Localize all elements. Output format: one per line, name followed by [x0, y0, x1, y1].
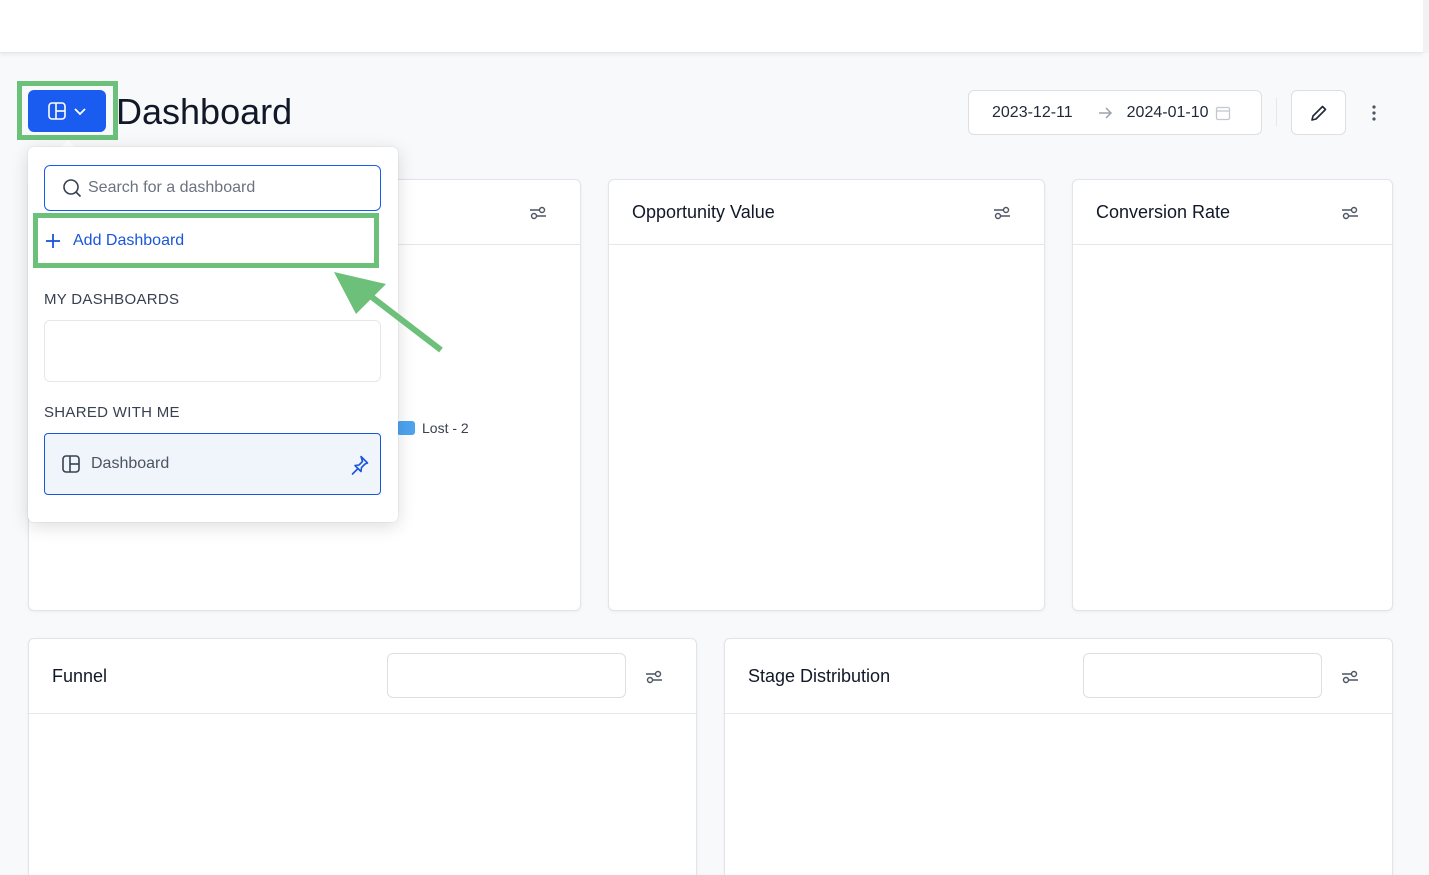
card-header: Conversion Rate	[1073, 180, 1392, 245]
funnel-select[interactable]	[387, 653, 626, 698]
edit-button[interactable]	[1291, 90, 1346, 135]
add-dashboard-button[interactable]: Add Dashboard	[44, 226, 184, 256]
chevron-down-icon	[73, 104, 87, 118]
legend-item-lost: Lost - 2	[397, 420, 469, 436]
legend-label: Lost - 2	[422, 420, 469, 436]
date-range-picker[interactable]: 2023-12-11 2024-01-10	[968, 90, 1262, 135]
search-icon	[62, 178, 82, 198]
pencil-icon	[1309, 103, 1329, 123]
top-bar	[0, 0, 1423, 53]
more-vertical-icon	[1371, 104, 1377, 122]
card-header: Opportunity Value	[609, 180, 1044, 245]
annotation-arrow	[334, 272, 443, 353]
shared-dashboard-item[interactable]: Dashboard	[44, 433, 381, 495]
header-divider	[1276, 98, 1277, 126]
filter-settings-icon[interactable]	[993, 204, 1011, 222]
card-title: Opportunity Value	[632, 201, 775, 222]
date-start[interactable]: 2023-12-11	[992, 104, 1073, 122]
dashboard-layout-icon	[47, 101, 67, 121]
calendar-icon	[1215, 105, 1231, 121]
search-placeholder: Search for a dashboard	[88, 179, 256, 196]
dashboard-layout-icon	[61, 454, 81, 474]
stage-select[interactable]	[1083, 653, 1322, 698]
card-header: Stage Distribution	[725, 639, 1392, 714]
plus-icon	[44, 232, 62, 250]
card-stage-distribution: Stage Distribution	[724, 638, 1393, 875]
card-funnel: Funnel	[28, 638, 697, 875]
shared-dashboard-label: Dashboard	[91, 455, 170, 472]
legend-swatch	[397, 421, 415, 435]
shared-with-me-heading: SHARED WITH ME	[44, 404, 180, 421]
date-end[interactable]: 2024-01-10	[1127, 104, 1209, 122]
filter-settings-icon[interactable]	[1341, 668, 1359, 686]
card-title: Conversion Rate	[1096, 201, 1231, 222]
card-opportunity-value: Opportunity Value	[608, 179, 1045, 611]
dashboard-search-input[interactable]: Search for a dashboard	[44, 165, 381, 211]
filter-settings-icon[interactable]	[645, 668, 663, 686]
pin-icon[interactable]	[348, 454, 370, 476]
arrow-right-icon	[1097, 105, 1113, 121]
my-dashboards-heading: MY DASHBOARDS	[44, 291, 180, 308]
add-dashboard-label: Add Dashboard	[73, 232, 185, 249]
card-title: Funnel	[52, 665, 108, 686]
scrollbar-track	[1423, 0, 1429, 53]
card-header: Funnel	[29, 639, 696, 714]
more-options-button[interactable]	[1362, 100, 1386, 126]
filter-settings-icon[interactable]	[1341, 204, 1359, 222]
dashboard-switcher-button[interactable]	[28, 90, 106, 132]
card-conversion-rate: Conversion Rate	[1072, 179, 1393, 611]
page-title: Dashboard	[116, 91, 293, 132]
card-title: Stage Distribution	[748, 665, 891, 686]
filter-settings-icon[interactable]	[529, 204, 547, 222]
